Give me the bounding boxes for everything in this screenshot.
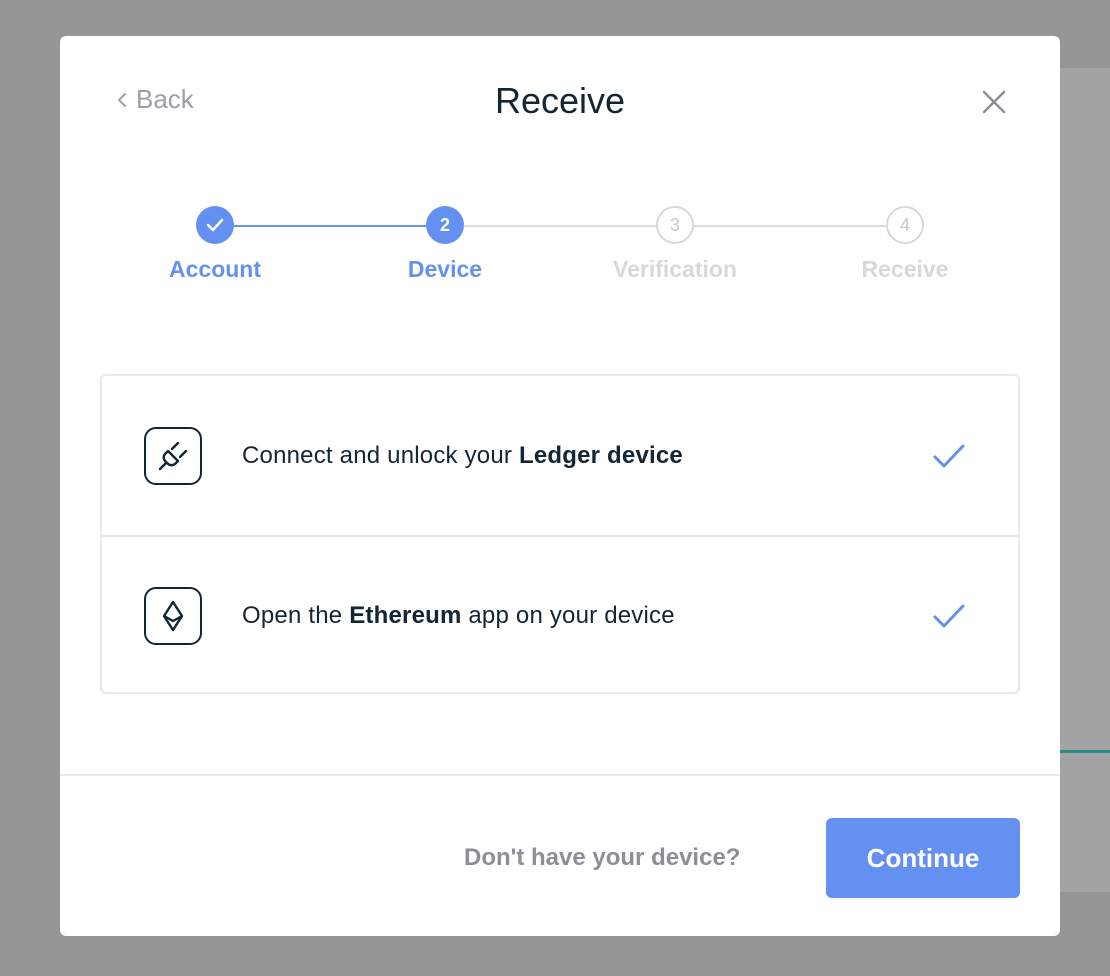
step-device-dot: 2 <box>426 206 464 244</box>
step-account-dot <box>196 206 234 244</box>
receive-modal: Back Receive Account 2 Device 3 Verifica… <box>60 36 1060 936</box>
step-receive-dot: 4 <box>886 206 924 244</box>
step-device-label: Device <box>407 256 483 282</box>
close-button[interactable] <box>980 88 1008 116</box>
checklist-text-open-app: Open the Ethereum app on your device <box>242 601 675 629</box>
stepper: Account 2 Device 3 Verification 4 Receiv… <box>100 206 1020 296</box>
list-item: Open the Ethereum app on your device <box>102 535 1018 694</box>
ethereum-icon <box>144 586 202 645</box>
device-checklist: Connect and unlock your Ledger device Op… <box>100 374 1020 694</box>
modal-title: Receive <box>494 80 626 121</box>
checkmark-icon <box>933 604 965 627</box>
modal-header: Back Receive <box>60 36 1060 176</box>
modal-footer: Don't have your device? Continue <box>60 774 1060 936</box>
close-icon <box>982 90 1006 114</box>
step-device: 2 Device <box>330 206 560 283</box>
step-receive: 4 Receive <box>790 206 1020 283</box>
checklist-text-connect: Connect and unlock your Ledger device <box>242 441 683 469</box>
no-device-link[interactable]: Don't have your device? <box>464 844 740 872</box>
continue-button[interactable]: Continue <box>826 818 1020 898</box>
step-account: Account <box>100 206 330 283</box>
background-accent-line <box>1060 750 1110 753</box>
step-verification: 3 Verification <box>560 206 790 283</box>
checkmark-icon <box>933 444 965 467</box>
list-item: Connect and unlock your Ledger device <box>102 376 1018 535</box>
step-verification-label: Verification <box>613 256 737 282</box>
usb-plug-icon <box>144 426 202 485</box>
step-receive-label: Receive <box>861 256 949 282</box>
step-account-label: Account <box>169 256 261 282</box>
checkmark-icon <box>206 218 224 232</box>
step-verification-dot: 3 <box>656 206 694 244</box>
